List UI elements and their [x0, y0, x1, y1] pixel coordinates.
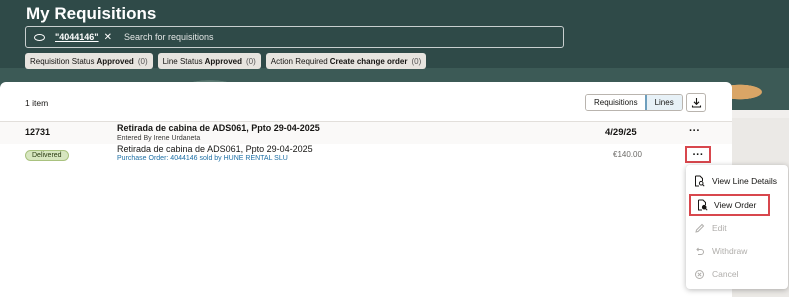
document-search-icon — [686, 175, 712, 187]
page-title: My Requisitions — [26, 4, 157, 23]
filter-line-status[interactable]: Line Status Approved (0) — [157, 53, 261, 69]
order-search-icon — [691, 199, 714, 211]
filter-bar: Requisition Status Approved (0) Line Sta… — [25, 53, 427, 69]
menu-item-view-order[interactable]: View Order — [689, 194, 770, 216]
requisition-date: 4/29/25 — [605, 127, 637, 138]
search-placeholder[interactable]: Search for requisitions — [124, 32, 214, 42]
menu-item-label: Withdraw — [712, 246, 748, 256]
menu-item-label: View Line Details — [712, 176, 778, 186]
chip-close-icon[interactable]: ✕ — [104, 32, 112, 43]
search-chip[interactable]: "4044146" ✕ — [55, 32, 112, 43]
search-chip-label: "4044146" — [55, 32, 99, 42]
filter-requisition-status[interactable]: Requisition Status Approved (0) — [25, 53, 153, 69]
download-button[interactable] — [686, 93, 706, 112]
menu-item-label: View Order — [714, 200, 757, 210]
menu-item-label: Edit — [712, 223, 727, 233]
menu-item-label: Cancel — [712, 269, 739, 279]
line-actions-menu: View Line Details View Order Edit Withdr… — [686, 165, 788, 289]
line-actions-button[interactable]: ··· — [685, 146, 711, 163]
requisition-title: Retirada de cabina de ADS061, Ppto 29-04… — [117, 123, 320, 133]
filter-chip-icon — [34, 33, 45, 41]
results-card: 1 item Requisitions Lines 12731 Retirada… — [0, 82, 732, 297]
menu-item-cancel[interactable]: Cancel — [686, 263, 788, 285]
results-count: 1 item — [25, 98, 49, 108]
status-badge: Delivered — [25, 150, 69, 161]
menu-item-view-line-details[interactable]: View Line Details — [686, 170, 788, 192]
requisition-id[interactable]: 12731 — [25, 127, 50, 137]
tab-requisitions[interactable]: Requisitions — [586, 95, 646, 110]
pencil-icon — [686, 223, 712, 234]
line-amount: €140.00 — [613, 150, 642, 159]
purchase-order-link[interactable]: Purchase Order: 4044146 sold by HUNE REN… — [117, 155, 288, 162]
undo-icon — [686, 246, 712, 257]
requisition-actions-button[interactable]: ··· — [689, 125, 700, 137]
menu-item-edit[interactable]: Edit — [686, 217, 788, 239]
search-input[interactable]: "4044146" ✕ Search for requisitions — [25, 26, 564, 48]
cancel-icon — [686, 269, 712, 280]
download-icon — [691, 98, 701, 108]
menu-item-withdraw[interactable]: Withdraw — [686, 240, 788, 262]
requisition-entered-by: Entered By Irene Urdaneta — [117, 135, 201, 142]
line-description: Retirada de cabina de ADS061, Ppto 29-04… — [117, 144, 313, 154]
view-toggle: Requisitions Lines — [585, 94, 683, 111]
tab-lines[interactable]: Lines — [644, 95, 682, 110]
filter-action-required[interactable]: Action Required Create change order (0) — [265, 53, 427, 69]
